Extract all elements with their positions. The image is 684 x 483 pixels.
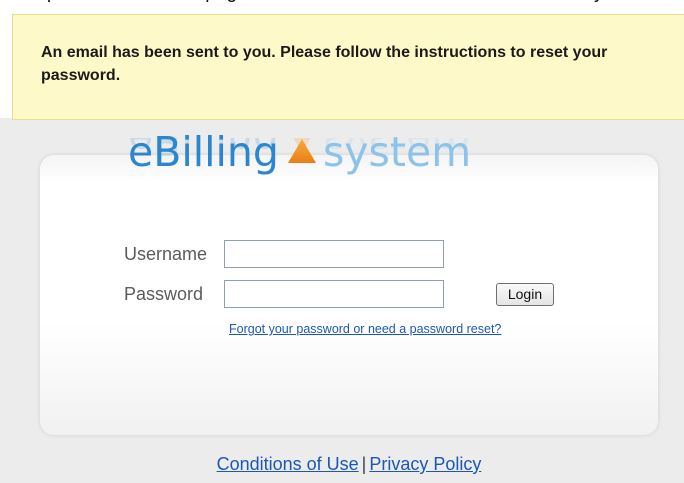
forgot-password-link[interactable]: Forgot your password or need a password … [229,322,501,336]
username-input[interactable] [224,240,444,268]
conditions-of-use-link[interactable]: Conditions of Use [217,454,359,474]
password-label: Password [124,283,204,304]
password-input[interactable] [224,280,444,308]
notice-banner: An email has been sent to you. Please fo… [12,14,684,120]
ebilling-logo: eBilling system eBilling system [128,124,568,210]
username-label: Username [124,243,208,264]
privacy-policy-link[interactable]: Privacy Policy [369,454,481,474]
username-row: Username [124,239,444,269]
footer-separator: | [361,454,367,474]
logo-reflection: eBilling system [128,138,471,168]
notice-message: An email has been sent to you. Please fo… [41,44,608,84]
footer-links: Conditions of Use | Privacy Policy [0,454,684,475]
login-button[interactable]: Login [496,283,554,306]
clipped-instruction-text: rt password and this page will show that… [0,0,684,12]
password-row: Password [124,279,444,309]
